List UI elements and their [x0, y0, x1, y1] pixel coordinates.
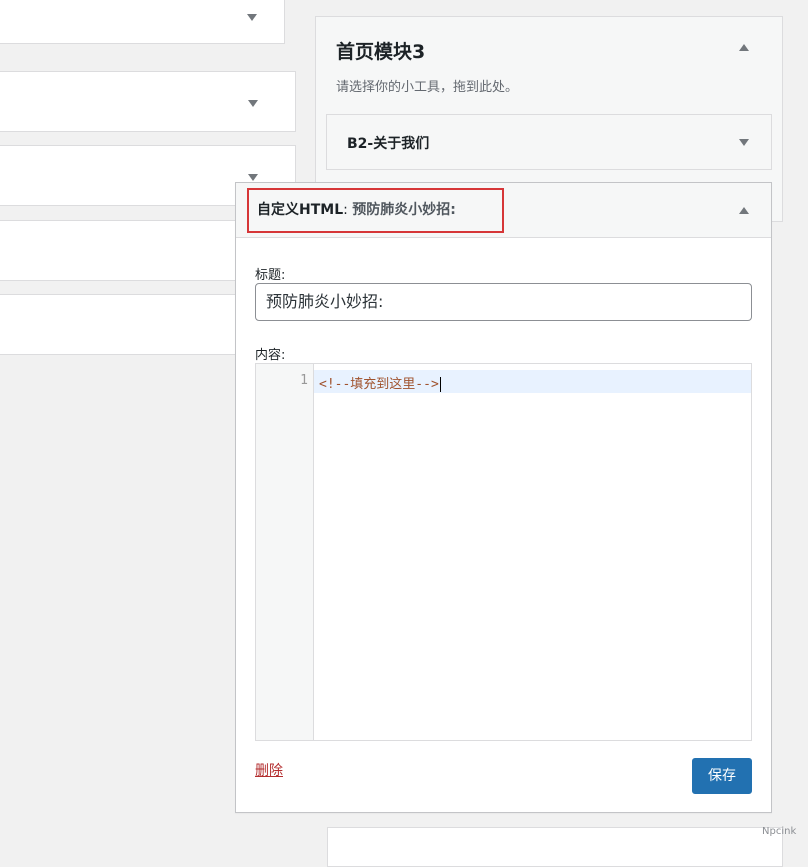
line-number: 1	[300, 373, 308, 388]
content-field-label: 内容:	[255, 348, 286, 363]
sidebar-title: 首页模块3	[336, 41, 426, 63]
next-sidebar-panel	[327, 827, 783, 867]
title-field-label: 标题:	[255, 268, 286, 283]
arrow-up-icon[interactable]	[739, 207, 749, 214]
watermark: Npcink	[762, 826, 797, 837]
sidebar-description: 请选择你的小工具，拖到此处。	[336, 80, 519, 95]
widget-header[interactable]: 自定义HTML: 预防肺炎小妙招:	[236, 183, 771, 238]
arrow-down-icon[interactable]	[248, 174, 258, 181]
arrow-up-icon[interactable]	[739, 44, 749, 51]
code-line[interactable]: <!--填充到这里-->	[319, 373, 441, 392]
code-editor[interactable]: 1 <!--填充到这里-->	[255, 363, 752, 741]
save-button[interactable]: 保存	[692, 758, 752, 794]
arrow-down-icon[interactable]	[247, 14, 257, 21]
delete-link[interactable]: 删除	[255, 760, 283, 780]
widget-title-colon: :	[343, 202, 353, 218]
code-content: <!--填充到这里-->	[319, 377, 439, 392]
title-input[interactable]: 预防肺炎小妙招:	[255, 283, 752, 321]
left-widget-2[interactable]	[0, 71, 296, 132]
widget-header-title: 自定义HTML: 预防肺炎小妙招:	[247, 188, 504, 233]
left-widget-1[interactable]	[0, 0, 285, 44]
widget-custom-html: 自定义HTML: 预防肺炎小妙招: 标题: 预防肺炎小妙招: 内容: 1 <!-…	[235, 182, 772, 813]
arrow-down-icon[interactable]	[739, 139, 749, 146]
widget-type-label: 自定义HTML	[257, 202, 344, 218]
widget-b2-about[interactable]: B2-关于我们	[326, 114, 772, 170]
widget-title: B2-关于我们	[347, 136, 430, 152]
editor-gutter: 1	[256, 364, 314, 740]
widget-name-label: 预防肺炎小妙招:	[352, 202, 456, 218]
arrow-down-icon[interactable]	[248, 100, 258, 107]
text-cursor	[439, 377, 441, 392]
